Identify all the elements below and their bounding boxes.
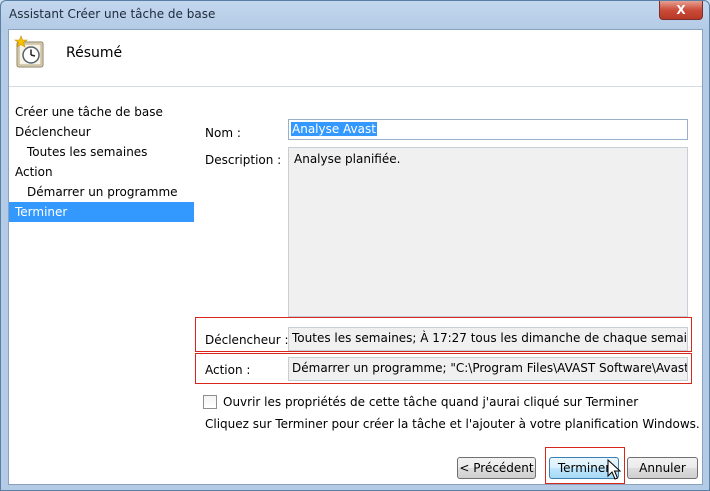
close-button[interactable]: X [659, 1, 703, 20]
cancel-button[interactable]: Annuler [627, 457, 698, 479]
name-input[interactable]: Analyse Avast [288, 119, 688, 140]
action-label: Action : [205, 363, 251, 377]
close-icon: X [676, 3, 686, 17]
nav-step-start-program[interactable]: Démarrer un programme [9, 182, 194, 202]
nav-step-create-basic-task[interactable]: Créer une tâche de base [9, 102, 194, 122]
window-title: Assistant Créer une tâche de base [9, 7, 216, 21]
wizard-header: Résumé [9, 30, 702, 87]
nav-step-weekly[interactable]: Toutes les semaines [9, 142, 194, 162]
action-field[interactable]: Démarrer un programme; "C:\Program Files… [288, 357, 688, 381]
finish-hint-text: Cliquez sur Terminer pour créer la tâche… [205, 417, 700, 431]
trigger-value: Toutes les semaines; À 17:27 tous les di… [292, 331, 688, 345]
action-value: Démarrer un programme; "C:\Program Files… [292, 361, 688, 375]
open-properties-label[interactable]: Ouvrir les propriétés de cette tâche qua… [223, 395, 638, 409]
nav-step-trigger[interactable]: Déclencheur [9, 122, 194, 142]
mouse-pointer-icon [607, 459, 622, 480]
wizard-content: Résumé Créer une tâche de base Déclenche… [8, 29, 703, 485]
wizard-steps-nav: Créer une tâche de base Déclencheur Tout… [9, 102, 194, 222]
description-field[interactable]: Analyse planifiée. [288, 147, 688, 317]
nav-step-finish[interactable]: Terminer [9, 202, 194, 222]
page-title: Résumé [66, 45, 123, 61]
wizard-window: Assistant Créer une tâche de base X Résu… [0, 0, 710, 491]
name-label: Nom : [205, 126, 241, 140]
trigger-field[interactable]: Toutes les semaines; À 17:27 tous les di… [288, 327, 688, 351]
previous-button[interactable]: < Précédent [457, 457, 536, 479]
name-value: Analyse Avast [291, 122, 377, 136]
open-properties-checkbox[interactable] [203, 395, 217, 409]
description-value: Analyse planifiée. [294, 152, 401, 166]
nav-step-action[interactable]: Action [9, 162, 194, 182]
title-bar[interactable]: Assistant Créer une tâche de base X [1, 1, 709, 29]
trigger-label: Déclencheur : [205, 333, 289, 347]
description-label: Description : [205, 153, 282, 167]
scheduled-task-clock-icon [14, 35, 44, 68]
